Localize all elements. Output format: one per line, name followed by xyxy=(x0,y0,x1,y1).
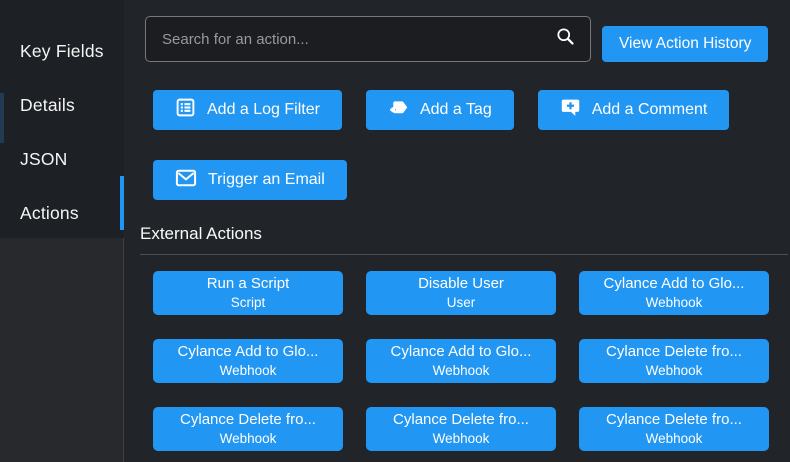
trigger-email-button[interactable]: Trigger an Email xyxy=(153,160,347,200)
search-row: View Action History xyxy=(145,16,790,62)
sidebar-item-key-fields[interactable]: Key Fields xyxy=(0,24,124,78)
action-type: Webhook xyxy=(646,294,703,312)
external-action-cylance-delete[interactable]: Cylance Delete fro... Webhook xyxy=(366,407,556,451)
view-action-history-button[interactable]: View Action History xyxy=(602,26,768,62)
actions-panel: View Action History Add a Log Filter xyxy=(125,0,790,462)
external-action-cylance-add[interactable]: Cylance Add to Glo... Webhook xyxy=(579,271,769,315)
action-type: Webhook xyxy=(220,362,277,380)
action-type: Webhook xyxy=(646,430,703,448)
external-action-cylance-delete[interactable]: Cylance Delete fro... Webhook xyxy=(579,407,769,451)
action-title: Cylance Delete fro... xyxy=(180,410,316,430)
external-action-disable-user[interactable]: Disable User User xyxy=(366,271,556,315)
action-title: Cylance Add to Glo... xyxy=(604,274,745,294)
external-action-cylance-add[interactable]: Cylance Add to Glo... Webhook xyxy=(153,339,343,383)
search-input[interactable] xyxy=(160,30,555,49)
external-action-run-a-script[interactable]: Run a Script Script xyxy=(153,271,343,315)
external-action-cylance-delete[interactable]: Cylance Delete fro... Webhook xyxy=(153,407,343,451)
sidebar-item-details[interactable]: Details xyxy=(0,78,124,132)
active-tab-indicator xyxy=(120,176,124,230)
sidebar-scroll-indicator xyxy=(0,93,4,143)
action-type: Webhook xyxy=(433,430,490,448)
quick-actions-row-1: Add a Log Filter Add a Tag xyxy=(153,90,790,130)
add-log-filter-label: Add a Log Filter xyxy=(207,101,320,119)
comment-plus-icon xyxy=(560,97,581,123)
external-action-cylance-delete[interactable]: Cylance Delete fro... Webhook xyxy=(579,339,769,383)
add-comment-button[interactable]: Add a Comment xyxy=(538,90,730,130)
trigger-email-label: Trigger an Email xyxy=(208,171,325,189)
action-type: Webhook xyxy=(220,430,277,448)
sidebar-nav: Key Fields Details JSON Actions xyxy=(0,0,124,238)
external-actions-grid: Run a Script Script Disable User User Cy… xyxy=(153,271,790,451)
action-type: Script xyxy=(231,294,266,312)
quick-actions-row-2: Trigger an Email xyxy=(153,160,790,200)
action-title: Cylance Delete fro... xyxy=(606,410,742,430)
search-icon[interactable] xyxy=(555,26,576,52)
action-title: Cylance Add to Glo... xyxy=(391,342,532,362)
action-type: User xyxy=(447,294,476,312)
sidebar-item-json[interactable]: JSON xyxy=(0,132,124,186)
email-icon xyxy=(175,168,197,193)
action-title: Cylance Add to Glo... xyxy=(178,342,319,362)
add-log-filter-button[interactable]: Add a Log Filter xyxy=(153,90,342,130)
sidebar-rail: Key Fields Details JSON Actions xyxy=(0,0,124,462)
action-search-box[interactable] xyxy=(145,16,591,62)
add-comment-label: Add a Comment xyxy=(592,101,708,119)
action-title: Disable User xyxy=(418,274,504,294)
external-action-cylance-add[interactable]: Cylance Add to Glo... Webhook xyxy=(366,339,556,383)
add-tag-button[interactable]: Add a Tag xyxy=(366,90,514,130)
external-actions-heading: External Actions xyxy=(140,224,788,255)
tag-plus-icon xyxy=(388,97,409,123)
action-title: Cylance Delete fro... xyxy=(393,410,529,430)
add-tag-label: Add a Tag xyxy=(420,101,492,119)
action-type: Webhook xyxy=(433,362,490,380)
log-filter-icon xyxy=(175,97,196,123)
sidebar-item-actions[interactable]: Actions xyxy=(0,186,124,240)
action-type: Webhook xyxy=(646,362,703,380)
action-title: Cylance Delete fro... xyxy=(606,342,742,362)
action-title: Run a Script xyxy=(207,274,290,294)
